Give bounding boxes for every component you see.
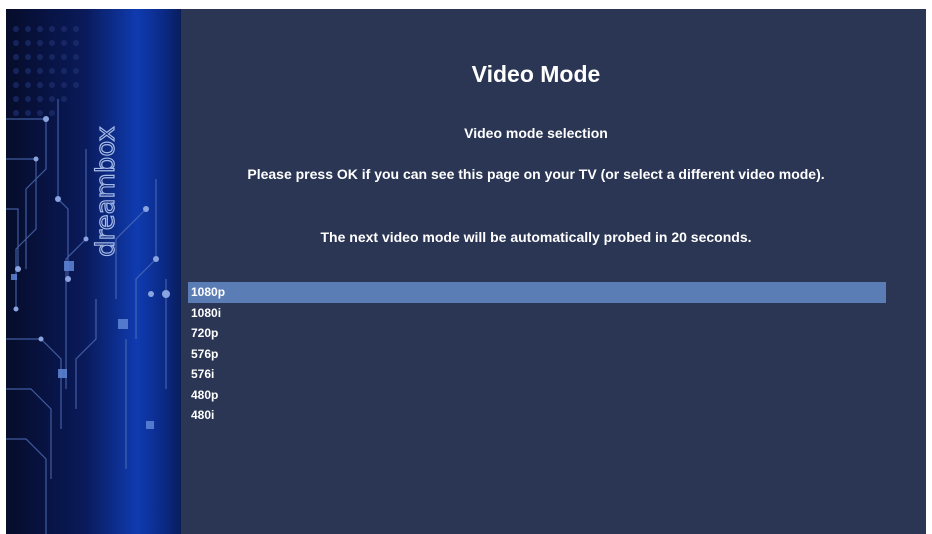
dreambox-logo-mark: dreambox <box>90 126 121 258</box>
video-mode-label: 576i <box>191 367 215 381</box>
video-mode-label: 576p <box>191 346 219 361</box>
logo-text: dreambox <box>91 126 121 257</box>
video-mode-list[interactable]: 1080p 1080i 720p 576p 576i 480p 480i <box>188 282 886 426</box>
video-mode-screen: dreambox Video Mode Video mode selection… <box>6 9 926 534</box>
page-subtitle: Video mode selection <box>464 125 608 141</box>
video-mode-item-576p[interactable]: 576p <box>188 344 886 365</box>
dreambox-logo: dreambox <box>84 47 124 262</box>
video-mode-item-480p[interactable]: 480p <box>188 385 886 406</box>
probe-countdown-text: The next video mode will be automaticall… <box>320 229 752 245</box>
main-content: Video Mode Video mode selection Please p… <box>181 9 926 534</box>
video-mode-label: 480i <box>191 408 215 422</box>
video-mode-item-1080i[interactable]: 1080i <box>188 303 886 324</box>
video-mode-label: 1080i <box>191 305 222 320</box>
dreambox-sidebar-artwork: dreambox <box>6 9 181 534</box>
instruction-message: Please press OK if you can see this page… <box>247 166 825 182</box>
video-mode-label: 720p <box>191 326 219 340</box>
video-mode-item-480i[interactable]: 480i <box>188 405 886 426</box>
video-mode-label: 1080p <box>191 285 226 299</box>
video-mode-item-576i[interactable]: 576i <box>188 364 886 385</box>
page-title: Video Mode <box>471 61 601 87</box>
video-mode-item-1080p[interactable]: 1080p <box>188 282 886 303</box>
video-mode-label: 480p <box>191 387 219 402</box>
video-mode-item-720p[interactable]: 720p <box>188 323 886 344</box>
